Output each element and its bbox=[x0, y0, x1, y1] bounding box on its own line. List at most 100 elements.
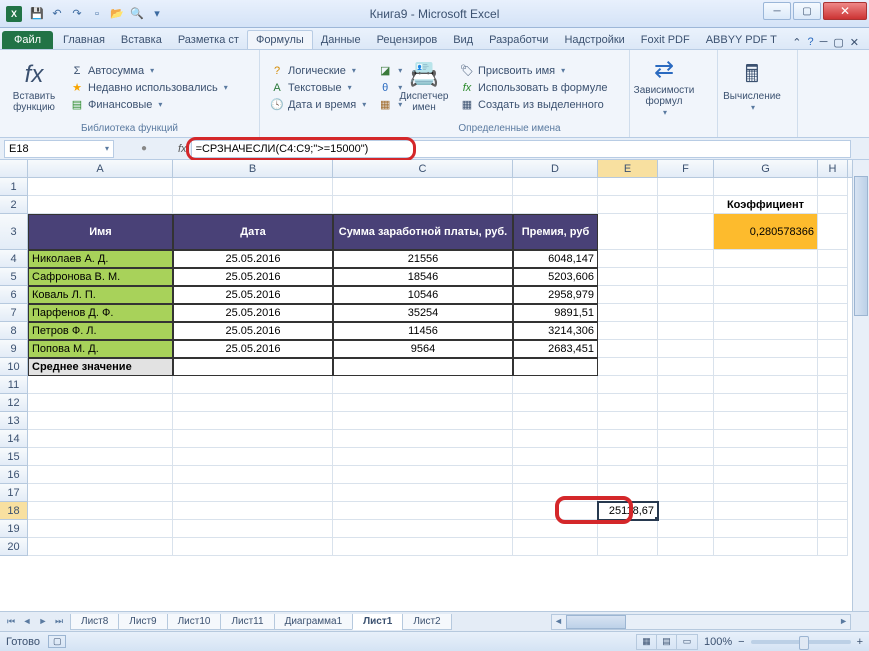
cell-sum[interactable]: 21556 bbox=[333, 250, 513, 268]
clock-icon: 🕓 bbox=[270, 98, 284, 112]
tab-review[interactable]: Рецензиров bbox=[369, 31, 446, 49]
calculation-button[interactable]: 🖩 Вычисление bbox=[724, 52, 780, 123]
row-header-10[interactable]: 10 bbox=[0, 358, 28, 376]
zoom-level[interactable]: 100% bbox=[704, 636, 732, 648]
col-header-h[interactable]: H bbox=[818, 160, 848, 177]
vscroll-thumb[interactable] bbox=[854, 176, 868, 316]
col-header-f[interactable]: F bbox=[658, 160, 714, 177]
financial-button[interactable]: ▤Финансовые bbox=[66, 97, 232, 113]
text-button[interactable]: AТекстовые bbox=[266, 80, 370, 96]
datetime-button[interactable]: 🕓Дата и время bbox=[266, 97, 370, 113]
row-header-1[interactable]: 1 bbox=[0, 178, 28, 196]
qat-more-icon[interactable]: ▾ bbox=[148, 5, 166, 23]
col-header-g[interactable]: G bbox=[714, 160, 818, 177]
hscroll-thumb[interactable] bbox=[566, 615, 626, 629]
sheet-nav-first-icon[interactable]: ⏮ bbox=[4, 616, 18, 627]
tab-developer[interactable]: Разработчи bbox=[481, 31, 556, 49]
row-header-5[interactable]: 5 bbox=[0, 268, 28, 286]
undo-icon[interactable]: ↶ bbox=[48, 5, 66, 23]
formula-input[interactable]: =СРЗНАЧЕСЛИ(C4:C9;">=15000") bbox=[191, 140, 851, 158]
autosum-button[interactable]: ΣАвтосумма bbox=[66, 63, 232, 79]
active-cell-e18[interactable]: 25118,67 bbox=[598, 502, 658, 520]
open-icon[interactable]: 📂 bbox=[108, 5, 126, 23]
preview-icon[interactable]: 🔍 bbox=[128, 5, 146, 23]
coef-label[interactable]: Коэффициент bbox=[714, 196, 818, 214]
cell-date[interactable]: 25.05.2016 bbox=[173, 250, 333, 268]
create-from-sel-button[interactable]: ▦Создать из выделенного bbox=[456, 97, 612, 113]
sheet-tab[interactable]: Лист11 bbox=[220, 614, 274, 630]
sheet-nav-next-icon[interactable]: ► bbox=[36, 616, 50, 627]
tab-foxit[interactable]: Foxit PDF bbox=[633, 31, 698, 49]
doc-minimize-icon[interactable]: ─ bbox=[820, 36, 828, 49]
col-header-d[interactable]: D bbox=[513, 160, 598, 177]
header-sum[interactable]: Сумма заработной платы, руб. bbox=[333, 214, 513, 250]
tab-home[interactable]: Главная bbox=[55, 31, 113, 49]
file-tab[interactable]: Файл bbox=[2, 31, 53, 49]
view-normal-icon[interactable]: ▦ bbox=[637, 635, 657, 649]
tab-addins[interactable]: Надстройки bbox=[556, 31, 632, 49]
tab-insert[interactable]: Вставка bbox=[113, 31, 170, 49]
vertical-scrollbar[interactable] bbox=[852, 160, 869, 611]
row-header-2[interactable]: 2 bbox=[0, 196, 28, 214]
header-name[interactable]: Имя bbox=[28, 214, 173, 250]
sheet-tab[interactable]: Лист2 bbox=[402, 614, 451, 630]
col-header-b[interactable]: B bbox=[173, 160, 333, 177]
tab-formulas[interactable]: Формулы bbox=[247, 30, 313, 49]
col-header-a[interactable]: A bbox=[28, 160, 173, 177]
assign-name-button[interactable]: 🏷Присвоить имя bbox=[456, 63, 612, 79]
row-header-8[interactable]: 8 bbox=[0, 322, 28, 340]
sheet-tab[interactable]: Диаграмма1 bbox=[274, 614, 354, 630]
horizontal-scrollbar[interactable] bbox=[551, 614, 851, 630]
header-date[interactable]: Дата bbox=[173, 214, 333, 250]
close-button[interactable]: ✕ bbox=[823, 2, 867, 20]
sheet-tab-active[interactable]: Лист1 bbox=[352, 614, 403, 630]
sheet-tab[interactable]: Лист8 bbox=[70, 614, 119, 630]
view-layout-icon[interactable]: ▤ bbox=[657, 635, 677, 649]
macro-record-icon[interactable]: ▢ bbox=[48, 635, 67, 648]
minimize-button[interactable]: ─ bbox=[763, 2, 791, 20]
select-all-corner[interactable] bbox=[0, 160, 28, 177]
doc-restore-icon[interactable]: ▢ bbox=[833, 36, 843, 49]
sheet-tab[interactable]: Лист9 bbox=[118, 614, 167, 630]
tab-data[interactable]: Данные bbox=[313, 31, 369, 49]
col-header-c[interactable]: C bbox=[333, 160, 513, 177]
view-pagebreak-icon[interactable]: ▭ bbox=[677, 635, 697, 649]
zoom-in-icon[interactable]: + bbox=[857, 636, 863, 648]
col-header-e[interactable]: E bbox=[598, 160, 658, 177]
fx-label-icon[interactable]: fx bbox=[178, 143, 187, 155]
redo-icon[interactable]: ↷ bbox=[68, 5, 86, 23]
tab-layout[interactable]: Разметка ст bbox=[170, 31, 247, 49]
zoom-slider[interactable] bbox=[751, 640, 851, 644]
header-bonus[interactable]: Премия, руб bbox=[513, 214, 598, 250]
name-manager-button[interactable]: 📇 Диспетчер имен bbox=[396, 52, 452, 123]
sheet-tab[interactable]: Лист10 bbox=[167, 614, 222, 630]
use-in-formula-button[interactable]: fxИспользовать в формуле bbox=[456, 80, 612, 96]
tab-view[interactable]: Вид bbox=[445, 31, 481, 49]
minimize-ribbon-icon[interactable]: ⌃ bbox=[792, 36, 801, 49]
maximize-button[interactable]: ▢ bbox=[793, 2, 821, 20]
new-icon[interactable]: ▫ bbox=[88, 5, 106, 23]
row-header-4[interactable]: 4 bbox=[0, 250, 28, 268]
help-icon[interactable]: ? bbox=[807, 36, 813, 49]
row-header-6[interactable]: 6 bbox=[0, 286, 28, 304]
insert-function-button[interactable]: fx Вставить функцию bbox=[6, 52, 62, 123]
avg-label[interactable]: Среднее значение bbox=[28, 358, 173, 376]
grid[interactable]: 1 2 Коэффициент 3 Имя Дата Сумма заработ… bbox=[0, 178, 869, 611]
save-icon[interactable]: 💾 bbox=[28, 5, 46, 23]
cell-bonus[interactable]: 6048,147 bbox=[513, 250, 598, 268]
doc-close-icon[interactable]: ✕ bbox=[850, 36, 859, 49]
row-header-3[interactable]: 3 bbox=[0, 214, 28, 250]
cell-name[interactable]: Николаев А. Д. bbox=[28, 250, 173, 268]
logical-button[interactable]: ?Логические bbox=[266, 63, 370, 79]
name-box[interactable]: E18 bbox=[4, 140, 114, 158]
formula-deps-button[interactable]: ⇄ Зависимости формул bbox=[636, 52, 692, 123]
coef-value[interactable]: 0,280578366 bbox=[714, 214, 818, 250]
tab-abbyy[interactable]: ABBYY PDF T bbox=[698, 31, 785, 49]
zoom-out-icon[interactable]: − bbox=[738, 636, 744, 648]
row-header-18[interactable]: 18 bbox=[0, 502, 28, 520]
row-header-7[interactable]: 7 bbox=[0, 304, 28, 322]
sheet-nav-last-icon[interactable]: ⏭ bbox=[52, 616, 66, 627]
recent-button[interactable]: ★Недавно использовались bbox=[66, 80, 232, 96]
row-header-9[interactable]: 9 bbox=[0, 340, 28, 358]
sheet-nav-prev-icon[interactable]: ◄ bbox=[20, 616, 34, 627]
